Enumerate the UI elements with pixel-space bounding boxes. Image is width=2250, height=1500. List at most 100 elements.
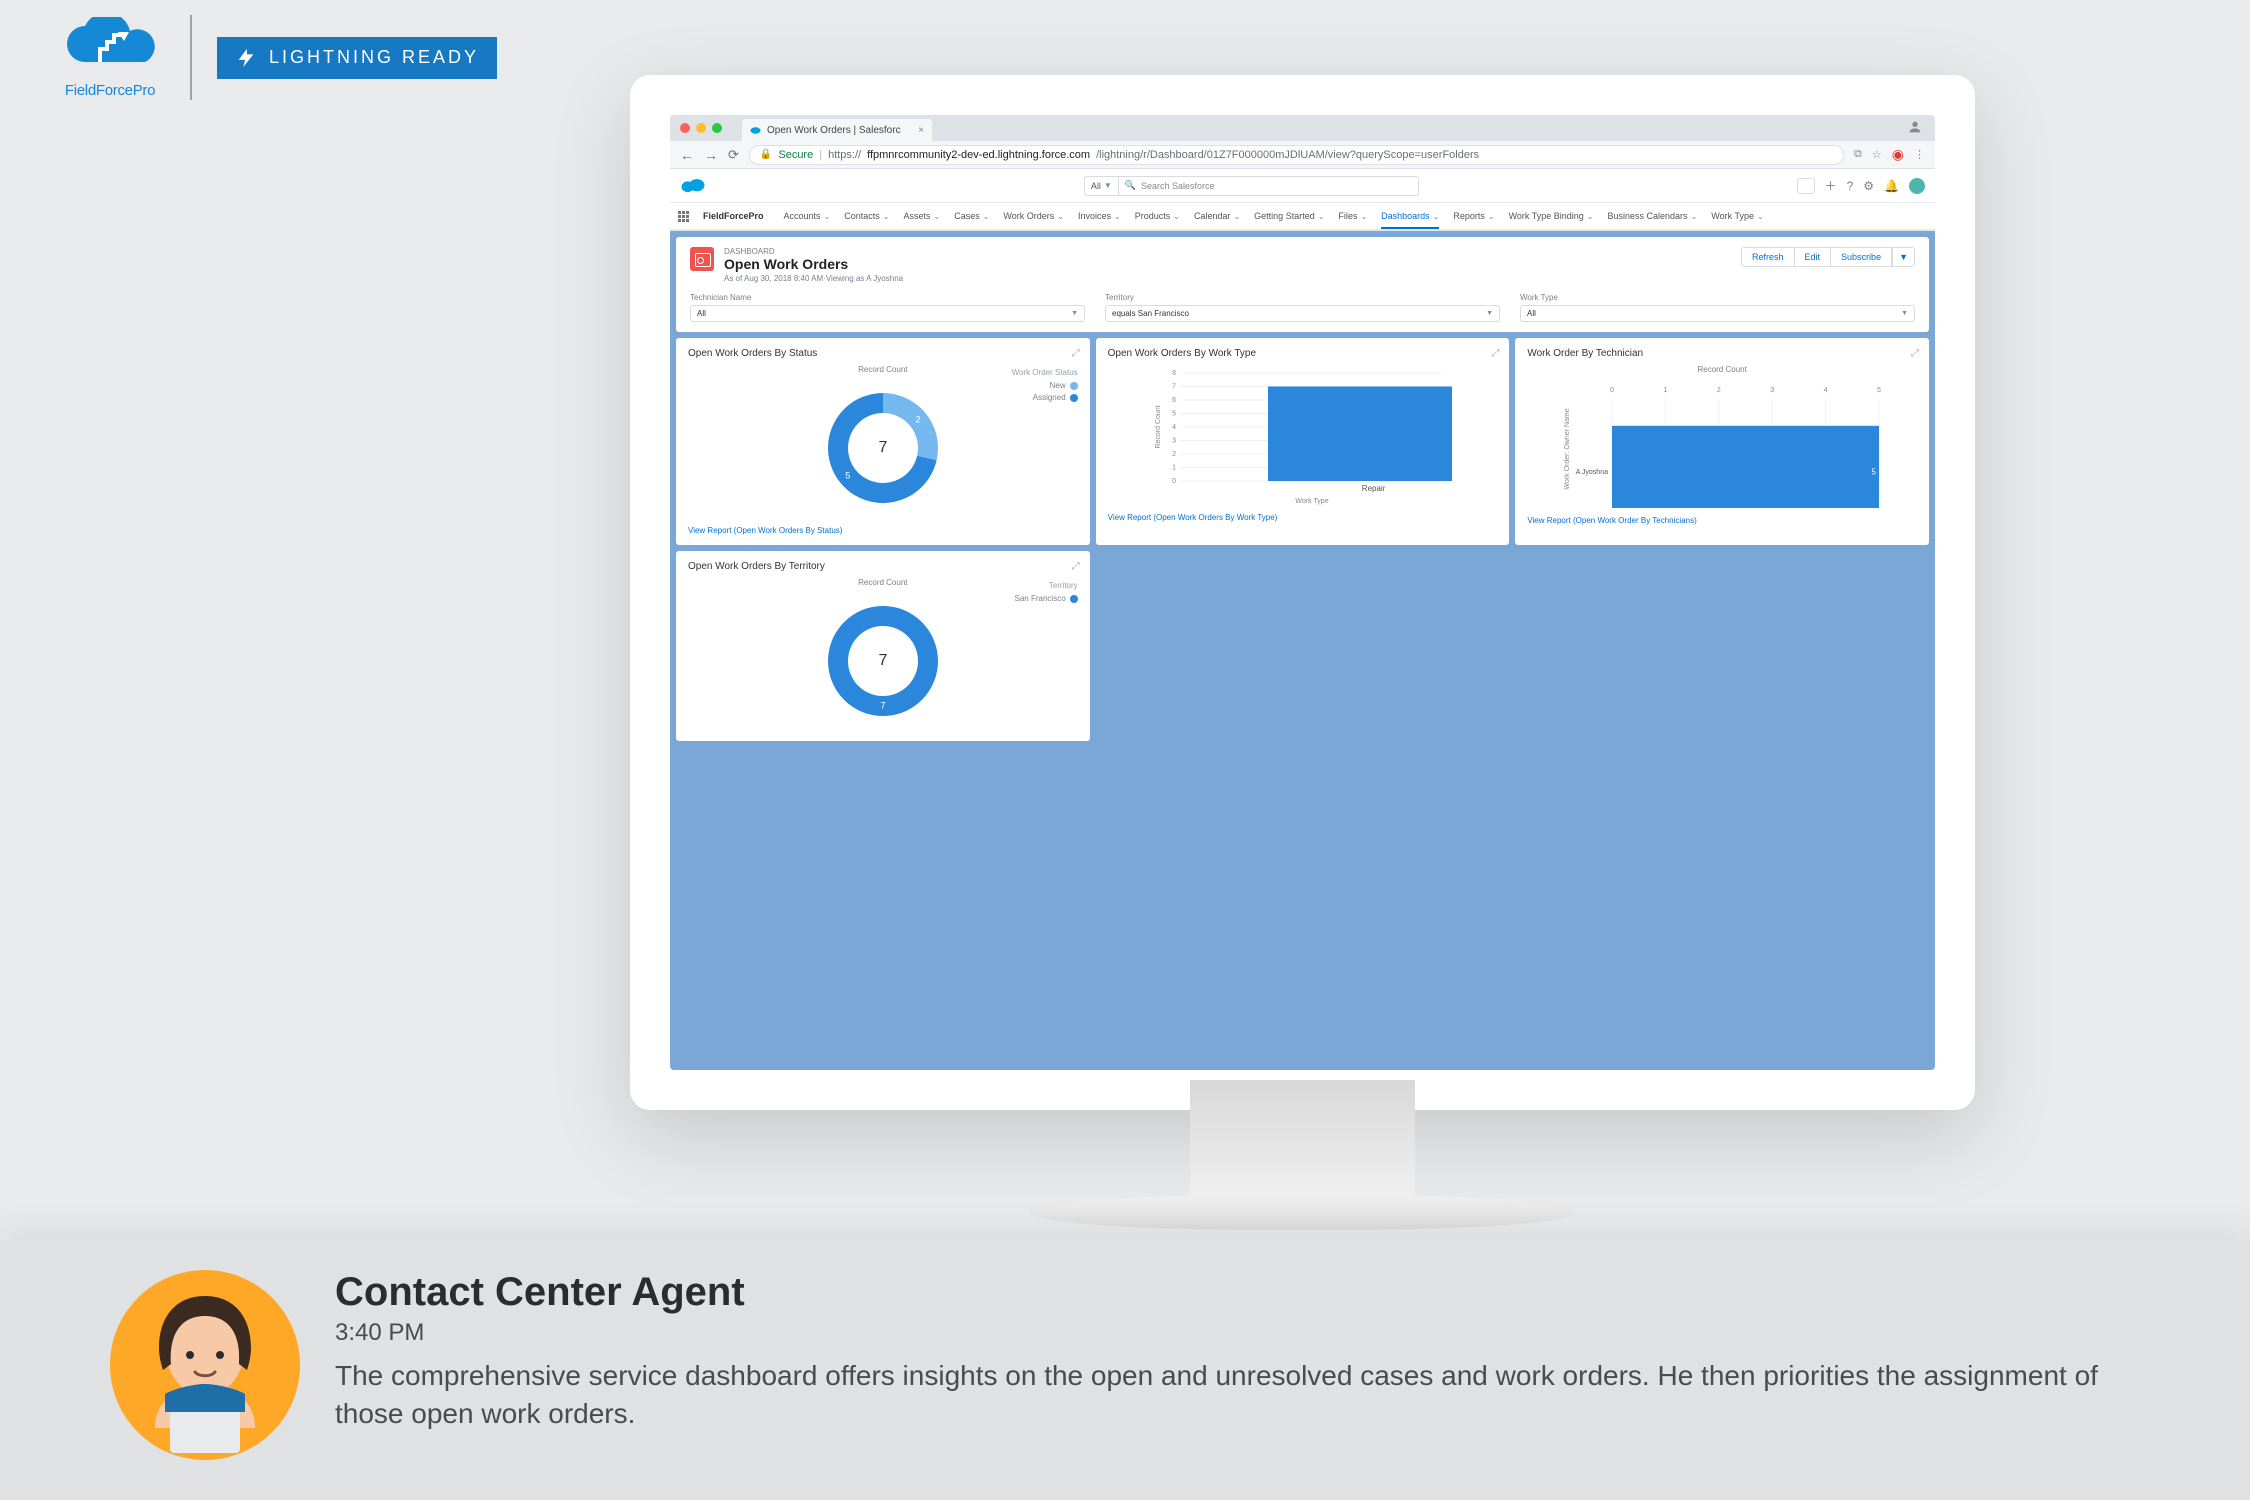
svg-text:5: 5 — [1173, 410, 1177, 417]
svg-text:2: 2 — [1717, 387, 1721, 394]
expand-icon[interactable]: ⤢ — [1911, 348, 1919, 359]
dashboard-subtitle: As of Aug 30, 2018 8:40 AM·Viewing as A … — [724, 274, 903, 283]
svg-text:0: 0 — [1610, 387, 1614, 394]
nav-tab-work-orders[interactable]: Work Orders ⌄ — [1003, 205, 1064, 227]
add-icon[interactable]: ＋ — [1825, 177, 1837, 194]
svg-text:Work Order: Owner Name: Work Order: Owner Name — [1564, 408, 1571, 489]
reload-button[interactable]: ⟳ — [728, 147, 739, 163]
filter-label: Territory — [1105, 293, 1500, 302]
nav-tab-calendar[interactable]: Calendar ⌄ — [1194, 205, 1240, 227]
dashboard-component-territory: Open Work Orders By Territory⤢Record Cou… — [676, 551, 1090, 741]
nav-tab-assets[interactable]: Assets ⌄ — [903, 205, 940, 227]
persona-name: Contact Center Agent — [335, 1270, 2135, 1315]
salesforce-icon — [750, 125, 761, 136]
chevron-down-icon: ⌄ — [1114, 212, 1121, 221]
subscribe-button[interactable]: Subscribe — [1830, 247, 1892, 267]
svg-text:A Jyoshna: A Jyoshna — [1576, 469, 1608, 476]
chevron-down-icon: ⌄ — [1318, 212, 1325, 221]
url-path: /lightning/r/Dashboard/01Z7F000000mJDlUA… — [1096, 149, 1479, 161]
fieldforcepro-logo: FieldForcePro — [55, 17, 165, 99]
persona-blurb: The comprehensive service dashboard offe… — [335, 1357, 2135, 1433]
search-scope-dropdown[interactable]: All ▼ — [1084, 176, 1119, 196]
divider — [190, 15, 192, 100]
nav-tab-invoices[interactable]: Invoices ⌄ — [1078, 205, 1121, 227]
svg-text:3: 3 — [1770, 387, 1774, 394]
avatar[interactable] — [1909, 178, 1925, 194]
dashboard-component-status: Open Work Orders By Status⤢Record CountW… — [676, 338, 1090, 545]
expand-icon[interactable]: ⤢ — [1491, 348, 1499, 359]
view-report-link[interactable]: View Report (Open Work Orders By Work Ty… — [1108, 513, 1498, 522]
favorites-icon[interactable] — [1797, 178, 1815, 194]
filter-territory: Territory equals San Francisco▼ — [1105, 293, 1500, 322]
view-report-link[interactable]: View Report (Open Work Orders By Status) — [688, 526, 1078, 535]
search-placeholder: Search Salesforce — [1141, 181, 1215, 191]
svg-text:7: 7 — [878, 439, 887, 456]
filter-dropdown[interactable]: All▼ — [1520, 305, 1915, 322]
nav-tab-work-type[interactable]: Work Type ⌄ — [1711, 205, 1763, 227]
global-search-input[interactable]: 🔍 Search Salesforce — [1119, 176, 1419, 196]
dashboard-canvas: DASHBOARD Open Work Orders As of Aug 30,… — [670, 231, 1935, 1070]
chevron-down-icon: ⌄ — [1057, 212, 1064, 221]
view-report-link[interactable]: View Report (Open Work Order By Technici… — [1527, 516, 1917, 525]
extension-icon[interactable]: ◉ — [1892, 146, 1904, 163]
chevron-down-icon: ⌄ — [1691, 212, 1698, 221]
help-icon[interactable]: ? — [1847, 179, 1854, 193]
svg-text:6: 6 — [1173, 397, 1177, 404]
svg-text:4: 4 — [1824, 387, 1828, 394]
svg-text:5: 5 — [1877, 387, 1881, 394]
dashboard-icon — [690, 247, 714, 271]
close-icon[interactable]: × — [918, 125, 924, 136]
monitor-base — [1030, 1195, 1575, 1230]
notifications-icon[interactable]: 🔔 — [1884, 179, 1899, 193]
nav-tab-getting-started[interactable]: Getting Started ⌄ — [1254, 205, 1324, 227]
salesforce-logo-icon[interactable] — [680, 177, 706, 195]
refresh-button[interactable]: Refresh — [1741, 247, 1795, 267]
chevron-down-icon: ⌄ — [983, 212, 990, 221]
browser-menu-icon[interactable]: ⋮ — [1914, 148, 1925, 161]
filter-dropdown[interactable]: equals San Francisco▼ — [1105, 305, 1500, 322]
window-traffic-lights[interactable] — [680, 123, 722, 133]
svg-text:2: 2 — [1173, 451, 1177, 458]
app-launcher-icon[interactable] — [678, 211, 689, 222]
filter-work-type: Work TypeAll▼ — [1520, 293, 1915, 322]
browser-tab[interactable]: Open Work Orders | Salesforc × — [742, 119, 932, 141]
chevron-down-icon: ⌄ — [1173, 212, 1180, 221]
svg-text:5: 5 — [845, 470, 850, 480]
back-button[interactable]: ← — [680, 147, 694, 163]
nav-tab-accounts[interactable]: Accounts ⌄ — [784, 205, 831, 227]
expand-icon[interactable]: ⤢ — [1072, 561, 1080, 572]
chevron-down-icon: ⌄ — [1233, 212, 1240, 221]
search-icon: 🔍 — [1125, 180, 1136, 191]
more-actions-button[interactable]: ▼ — [1892, 247, 1915, 267]
setup-gear-icon[interactable]: ⚙ — [1863, 179, 1874, 193]
expand-icon[interactable]: ⤢ — [1072, 348, 1080, 359]
svg-text:7: 7 — [1372, 377, 1377, 386]
dashboard-title: Open Work Orders — [724, 256, 903, 272]
nav-tab-files[interactable]: Files ⌄ — [1338, 205, 1367, 227]
nav-tab-products[interactable]: Products ⌄ — [1135, 205, 1180, 227]
chart-title: Open Work Orders By Work Type — [1108, 348, 1498, 359]
filter-dropdown[interactable]: All▼ — [690, 305, 1085, 322]
chart-title: Open Work Orders By Territory — [688, 561, 1078, 572]
nav-tab-work-type-binding[interactable]: Work Type Binding ⌄ — [1509, 205, 1594, 227]
lightning-icon — [235, 47, 257, 69]
nav-tab-dashboards[interactable]: Dashboards ⌄ — [1381, 205, 1439, 229]
svg-text:1: 1 — [1664, 387, 1668, 394]
bookmark-page-icon[interactable]: ⧉ — [1854, 148, 1862, 161]
nav-tab-cases[interactable]: Cases ⌄ — [954, 205, 989, 227]
nav-tab-contacts[interactable]: Contacts ⌄ — [844, 205, 889, 227]
bookmark-star-icon[interactable]: ☆ — [1872, 148, 1882, 161]
chevron-down-icon: ⌄ — [1488, 212, 1495, 221]
forward-button[interactable]: → — [704, 147, 718, 163]
browser-tabbar: Open Work Orders | Salesforc × — [670, 115, 1935, 141]
nav-tab-business-calendars[interactable]: Business Calendars ⌄ — [1608, 205, 1698, 227]
profile-icon[interactable] — [1907, 119, 1923, 138]
fieldforcepro-logo-label: FieldForcePro — [65, 82, 155, 99]
nav-tab-reports[interactable]: Reports ⌄ — [1453, 205, 1494, 227]
edit-button[interactable]: Edit — [1795, 247, 1831, 267]
chevron-down-icon: ⌄ — [883, 212, 890, 221]
address-bar[interactable]: 🔒 Secure | https://ffpmnrcommunity2-dev-… — [749, 145, 1844, 165]
lightning-ready-badge: LIGHTNING READY — [217, 37, 497, 79]
browser-urlbar: ← → ⟳ 🔒 Secure | https://ffpmnrcommunity… — [670, 141, 1935, 169]
chart-legend: TerritorySan Francisco — [1015, 581, 1078, 606]
